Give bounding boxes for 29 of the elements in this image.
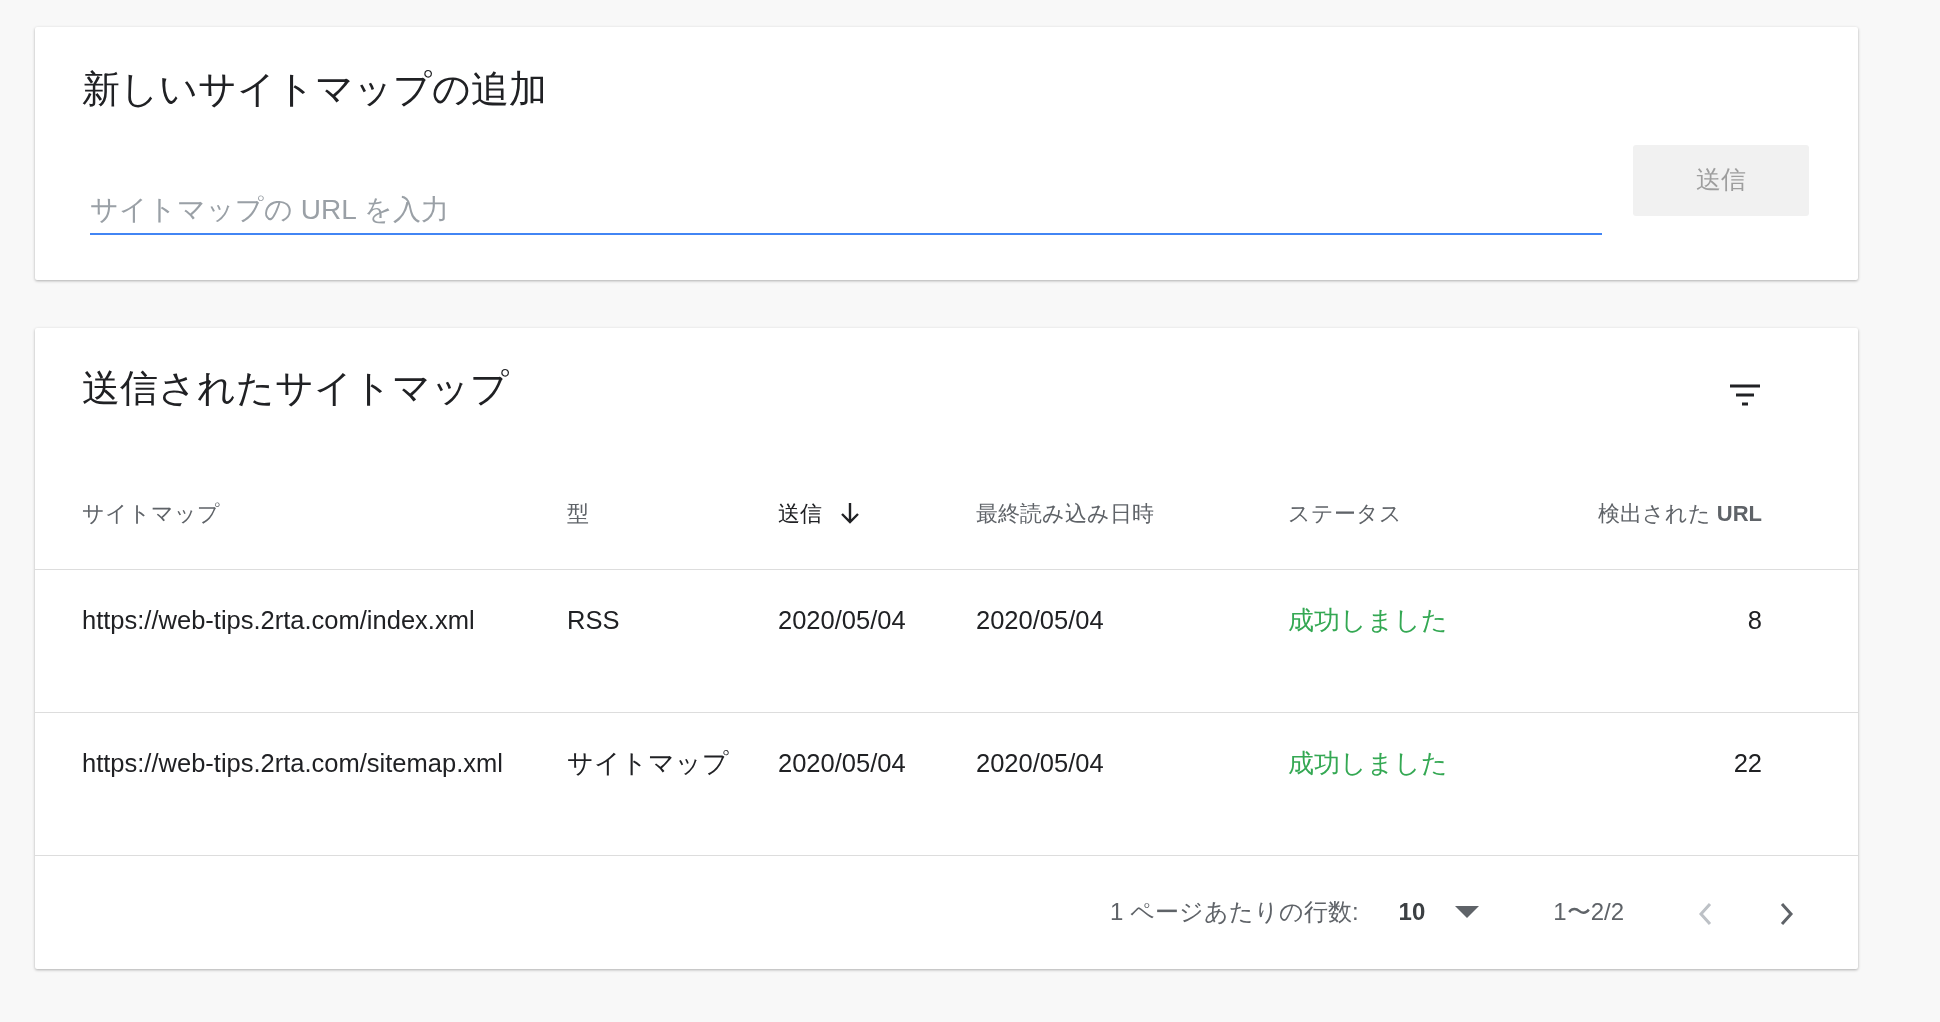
- sort-down-arrow-icon: [840, 502, 860, 525]
- type-cell: RSS: [567, 605, 620, 634]
- status-text: 成功しました: [1288, 605, 1448, 634]
- submitted-date-cell: 2020/05/04: [778, 748, 906, 777]
- page-range: 1〜2/2: [1553, 897, 1624, 927]
- column-header[interactable]: サイトマップ: [82, 496, 220, 530]
- column-header[interactable]: 最終読み込み日時: [976, 496, 1154, 530]
- rows-per-page-select[interactable]: 10: [1398, 894, 1480, 930]
- column-header[interactable]: 型: [567, 496, 589, 530]
- chevron-left-icon: [1698, 901, 1712, 926]
- column-header[interactable]: ステータス: [1288, 496, 1402, 530]
- card-title: 送信されたサイトマップ: [82, 366, 509, 411]
- sitemap-url-field[interactable]: サイトマップの URL を入力: [90, 184, 1602, 235]
- url-count-cell: 8: [1747, 605, 1762, 634]
- last-read-date-cell: 2020/05/04: [976, 748, 1104, 777]
- last-read-date-cell: 2020/05/04: [976, 605, 1104, 634]
- dropdown-caret-icon: [1455, 906, 1480, 918]
- sitemap-url-cell[interactable]: https://web-tips.2rta.com/sitemap.xml: [82, 738, 503, 787]
- type-cell: サイトマップ: [567, 748, 729, 777]
- column-header[interactable]: 検出された URL: [1597, 496, 1762, 530]
- chevron-right-icon: [1780, 901, 1794, 926]
- url-count-cell: 22: [1733, 748, 1762, 777]
- rows-per-page-label: 1 ページあたりの行数:: [1109, 897, 1359, 927]
- sitemap-url-cell[interactable]: https://web-tips.2rta.com/index.xml: [82, 595, 475, 644]
- card-title: 新しいサイトマップの追加: [82, 67, 548, 112]
- filter-icon[interactable]: [1730, 384, 1760, 406]
- column-header[interactable]: 送信: [778, 496, 860, 530]
- status-text: 成功しました: [1288, 748, 1448, 777]
- submitted-date-cell: 2020/05/04: [778, 605, 906, 634]
